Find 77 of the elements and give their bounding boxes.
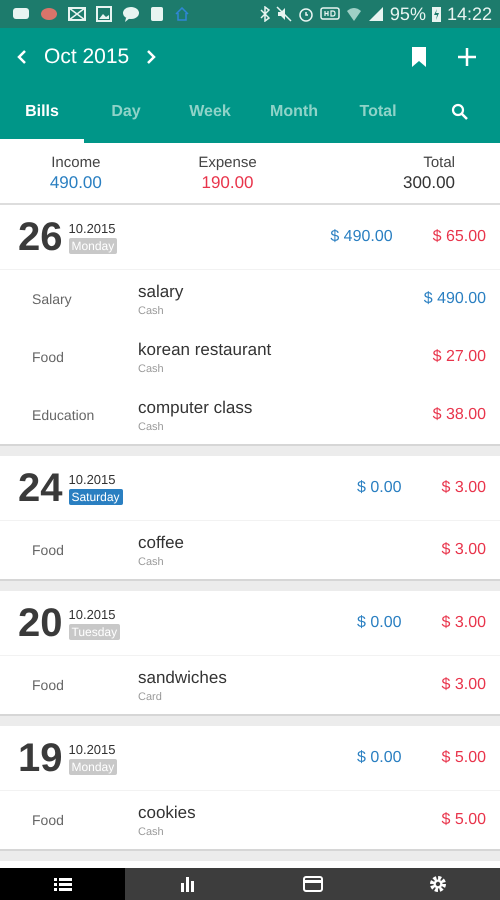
category-label: Food: [32, 677, 65, 693]
battery-percent: 95%: [390, 4, 426, 24]
entry-title: cookies: [138, 802, 197, 822]
account-label: Cash: [138, 556, 165, 568]
day-income: $ 0.00: [357, 749, 402, 767]
entry-title: computer class: [138, 398, 254, 418]
entry-title: coffee: [138, 532, 186, 552]
day-number: 24: [18, 466, 62, 510]
credit-card-icon: [302, 876, 322, 892]
settings-icon: [428, 875, 446, 893]
mail-icon: [68, 7, 86, 21]
summary-label: Expense: [198, 154, 257, 170]
summary-label: Income: [51, 154, 100, 170]
bar-chart-icon: [180, 876, 196, 892]
entry-row[interactable]: Food cookies Cash $ 5.00: [0, 791, 500, 849]
entry-amount: $ 27.00: [432, 348, 486, 366]
account-label: Card: [138, 690, 163, 702]
clock-time: 14:22: [446, 4, 492, 24]
month-year: 10.2015: [68, 220, 116, 236]
category-label: Food: [32, 542, 65, 558]
bluetooth-icon: [260, 6, 270, 22]
chat-icon: [122, 6, 140, 22]
mute-icon: [276, 6, 292, 22]
account-label: Cash: [138, 304, 165, 316]
entry-amount: $ 38.00: [432, 406, 486, 424]
alarm-icon: [298, 6, 314, 22]
entry-row[interactable]: Food korean restaurant Cash $ 27.00: [0, 328, 500, 386]
battery-icon: [432, 6, 441, 22]
chevron-left-icon: [16, 48, 28, 64]
hd-icon: [320, 6, 340, 22]
category-label: Food: [32, 349, 65, 365]
entry-amount: $ 490.00: [424, 290, 486, 308]
list-nav-button[interactable]: [0, 868, 125, 900]
account-label: Cash: [138, 362, 165, 374]
account-label: Cash: [138, 420, 165, 432]
entry-amount: $ 3.00: [442, 541, 486, 559]
month-year: 10.2015: [68, 742, 116, 756]
day-number: 19: [18, 736, 62, 780]
day-income: $ 0.00: [357, 614, 402, 632]
chevron-right-icon: [145, 48, 158, 64]
category-label: Food: [32, 812, 65, 828]
entry-title: korean restaurant: [138, 340, 272, 360]
month-title: Oct 2015: [44, 44, 130, 68]
day-expense: $ 3.00: [442, 614, 486, 632]
account-label: Cash: [138, 826, 165, 838]
month-year: 10.2015: [68, 472, 116, 486]
search-icon: [451, 103, 469, 121]
image-icon: [96, 6, 112, 22]
house-icon: [174, 7, 190, 21]
category-label: Salary: [32, 291, 73, 307]
day-number: 20: [18, 600, 62, 646]
summary-amount: 190.00: [202, 172, 254, 192]
day-expense: $ 65.00: [432, 228, 486, 246]
list-icon: [54, 877, 72, 891]
day-income: $ 490.00: [330, 228, 393, 246]
day-expense: $ 5.00: [442, 749, 486, 767]
day-expense: $ 3.00: [442, 479, 486, 497]
entry-title: sandwiches: [138, 668, 228, 688]
summary-label: Total: [423, 154, 456, 170]
bookmark-icon: [411, 46, 427, 68]
category-label: Education: [32, 407, 96, 423]
signal-icon: [368, 6, 384, 22]
entry-row[interactable]: Salary salary Cash $ 490.00: [0, 270, 500, 328]
summary-amount: 490.00: [50, 172, 102, 192]
month-year: 10.2015: [68, 606, 116, 622]
entry-row[interactable]: Food coffee Cash $ 3.00: [0, 521, 500, 579]
day-income: $ 0.00: [357, 479, 402, 497]
wifi-icon: [346, 6, 362, 22]
entry-amount: $ 3.00: [442, 676, 486, 694]
entry-title: salary: [138, 282, 184, 302]
summary-amount: 300.00: [403, 172, 456, 192]
weekday-badge: Saturday: [68, 488, 123, 504]
day-number: 26: [18, 214, 62, 260]
entry-amount: $ 5.00: [442, 811, 486, 829]
plus-icon: [457, 46, 477, 66]
entry-row[interactable]: Education computer class Cash $ 38.00: [0, 386, 500, 444]
entry-row[interactable]: Food sandwiches Card $ 3.00: [0, 656, 500, 714]
